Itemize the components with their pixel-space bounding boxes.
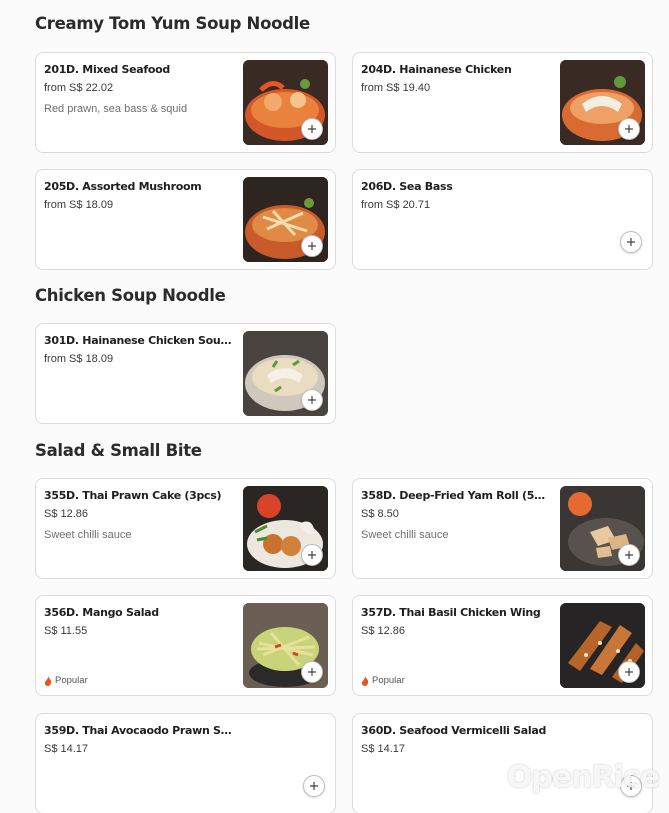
item-description: Red prawn, sea bass & squid	[44, 103, 188, 115]
plus-icon	[308, 242, 316, 250]
menu-item-card[interactable]: 301D. Hainanese Chicken Soup Noo... from…	[35, 323, 336, 424]
item-price: S$ 12.86	[361, 625, 406, 637]
flame-icon	[44, 675, 52, 686]
item-name: 358D. Deep-Fried Yam Roll (5pcs)	[361, 489, 551, 502]
plus-icon	[308, 125, 316, 133]
add-to-cart-button[interactable]	[301, 118, 323, 140]
flame-icon	[361, 675, 369, 686]
menu-item-card[interactable]: 204D. Hainanese Chicken from S$ 19.40	[352, 52, 653, 153]
badge-label: Popular	[55, 675, 88, 686]
add-to-cart-button[interactable]	[301, 544, 323, 566]
menu-item-card[interactable]: 201D. Mixed Seafood from S$ 22.02 Red pr…	[35, 52, 336, 153]
item-description: Sweet chilli sauce	[361, 529, 449, 541]
popular-badge: Popular	[44, 675, 88, 686]
menu-item-card[interactable]: 359D. Thai Avocaodo Prawn Salad S$ 14.17	[35, 713, 336, 813]
item-name: 360D. Seafood Vermicelli Salad	[361, 724, 547, 737]
item-name: 357D. Thai Basil Chicken Wing	[361, 606, 541, 619]
menu-item-card[interactable]: 358D. Deep-Fried Yam Roll (5pcs) S$ 8.50…	[352, 478, 653, 579]
menu-item-card[interactable]: 206D. Sea Bass from S$ 20.71	[352, 169, 653, 270]
section-title-salad: Salad & Small Bite	[35, 441, 202, 460]
add-to-cart-button[interactable]	[301, 389, 323, 411]
add-to-cart-button[interactable]	[620, 231, 642, 253]
menu-item-card[interactable]: 356D. Mango Salad S$ 11.55 Popular	[35, 595, 336, 696]
menu-item-card[interactable]: 205D. Assorted Mushroom from S$ 18.09	[35, 169, 336, 270]
popular-badge: Popular	[361, 675, 405, 686]
badge-label: Popular	[372, 675, 405, 686]
section-title-chicken-soup: Chicken Soup Noodle	[35, 286, 226, 305]
item-description: Sweet chilli sauce	[44, 529, 132, 541]
item-name: 355D. Thai Prawn Cake (3pcs)	[44, 489, 222, 502]
item-name: 206D. Sea Bass	[361, 180, 453, 193]
plus-icon	[627, 238, 635, 246]
add-to-cart-button[interactable]	[303, 775, 325, 797]
section-title-tom-yum: Creamy Tom Yum Soup Noodle	[35, 14, 310, 33]
item-name: 205D. Assorted Mushroom	[44, 180, 202, 193]
plus-icon	[625, 551, 633, 559]
item-price: S$ 11.55	[44, 625, 88, 637]
add-to-cart-button[interactable]	[618, 661, 640, 683]
item-price: from S$ 19.40	[361, 82, 431, 94]
plus-icon	[625, 668, 633, 676]
plus-icon	[308, 396, 316, 404]
add-to-cart-button[interactable]	[301, 235, 323, 257]
item-name: 356D. Mango Salad	[44, 606, 159, 619]
item-name: 301D. Hainanese Chicken Soup Noo...	[44, 334, 234, 347]
item-name: 204D. Hainanese Chicken	[361, 63, 512, 76]
add-to-cart-button[interactable]	[618, 544, 640, 566]
plus-icon	[625, 125, 633, 133]
item-name: 359D. Thai Avocaodo Prawn Salad	[44, 724, 234, 737]
item-price: S$ 14.17	[44, 743, 89, 755]
menu-item-card[interactable]: 355D. Thai Prawn Cake (3pcs) S$ 12.86 Sw…	[35, 478, 336, 579]
add-to-cart-button[interactable]	[301, 661, 323, 683]
item-price: S$ 12.86	[44, 508, 89, 520]
item-name: 201D. Mixed Seafood	[44, 63, 170, 76]
plus-icon	[310, 782, 318, 790]
item-price: from S$ 22.02	[44, 82, 114, 94]
menu-item-card[interactable]: 357D. Thai Basil Chicken Wing S$ 12.86 P…	[352, 595, 653, 696]
item-price: from S$ 20.71	[361, 199, 431, 211]
plus-icon	[308, 551, 316, 559]
add-to-cart-button[interactable]	[618, 118, 640, 140]
item-price: from S$ 18.09	[44, 199, 114, 211]
item-price: from S$ 18.09	[44, 353, 114, 365]
item-price: S$ 14.17	[361, 743, 406, 755]
plus-icon	[308, 668, 316, 676]
openrice-watermark: OpenRice	[506, 760, 660, 795]
item-price: S$ 8.50	[361, 508, 399, 520]
